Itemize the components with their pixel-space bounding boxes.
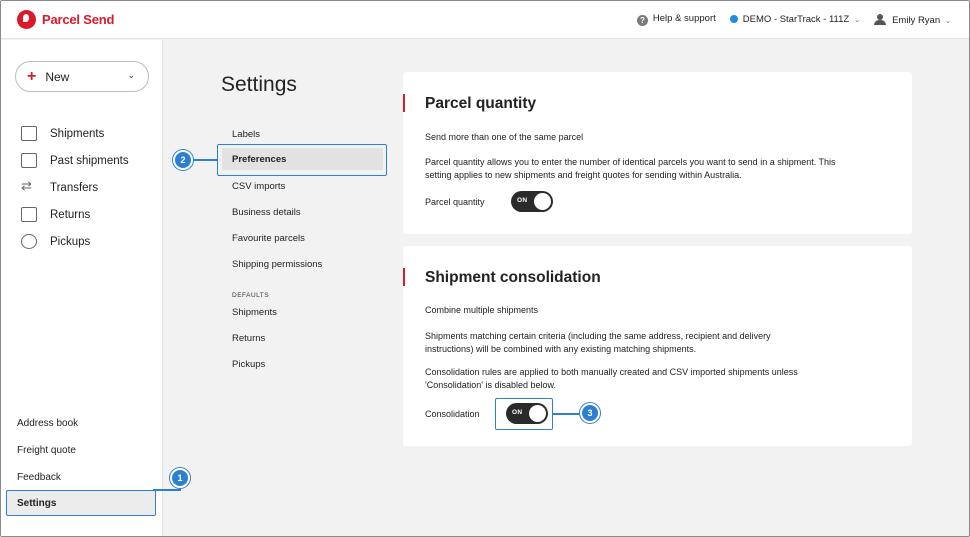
box-clock-icon <box>21 153 37 168</box>
new-button-label: New <box>45 69 70 84</box>
sidebar-item-pickups[interactable]: Pickups <box>21 228 129 255</box>
user-name: Emily Ryan <box>892 14 941 26</box>
callout-badge-3: 3 <box>580 403 600 423</box>
toggle-knob <box>534 193 551 210</box>
callout-connector <box>553 413 581 415</box>
top-bar: Parcel Send ? Help & support DEMO - StarT… <box>1 1 969 39</box>
card-subtitle: Combine multiple shipments <box>425 305 539 315</box>
sidebar-item-returns[interactable]: Returns <box>21 201 129 228</box>
parcel-quantity-toggle[interactable]: ON <box>511 191 553 212</box>
sidebar-item-label: Returns <box>50 208 91 221</box>
parcel-send-logo-icon <box>17 10 36 29</box>
sidebar-item-transfers[interactable]: Transfers <box>21 174 129 201</box>
sidebar-item-past-shipments[interactable]: Past shipments <box>21 147 129 174</box>
return-box-icon <box>21 207 37 222</box>
card-description: Shipments matching certain criteria (inc… <box>425 331 771 354</box>
help-support-link[interactable]: ? Help & support <box>636 13 716 26</box>
card-description: Consolidation rules are applied to both … <box>425 367 798 390</box>
account-status-icon <box>729 15 738 23</box>
brand-name: Parcel Send <box>42 12 115 27</box>
chevron-down-icon: ⌄ <box>945 17 951 25</box>
account-label: DEMO - StarTrack - 111Z <box>742 14 850 25</box>
card-accent-bar <box>403 94 405 112</box>
sidebar-item-freight-quote[interactable]: Freight quote <box>17 437 78 464</box>
chevron-down-icon: ⌄ <box>854 17 861 24</box>
callout-badge-2: 2 <box>173 150 193 170</box>
sidebar-item-label: Shipments <box>50 127 105 140</box>
subnav-item-default-shipments[interactable]: Shipments <box>232 299 322 325</box>
defaults-heading: DEFAULTS <box>232 292 270 299</box>
callout-connector <box>153 489 180 491</box>
sidebar-item-label: Transfers <box>50 181 99 194</box>
card-subtitle: Send more than one of the same parcel <box>425 132 584 142</box>
subnav-item-csv-imports[interactable]: CSV imports <box>232 173 322 199</box>
toggle-label: Consolidation <box>425 408 480 419</box>
subnav-item-default-pickups[interactable]: Pickups <box>232 351 322 377</box>
subnav-item-business-details[interactable]: Business details <box>232 199 322 225</box>
card-title: Parcel quantity <box>425 95 537 112</box>
bottom-nav: Address book Freight quote Feedback <box>17 410 78 491</box>
sidebar-item-settings[interactable]: Settings <box>6 490 156 516</box>
toggle-state: ON <box>517 197 528 204</box>
account-selector[interactable]: DEMO - StarTrack - 111Z ⌄ <box>729 14 861 25</box>
box-icon <box>21 126 37 141</box>
sidebar-item-label: Settings <box>17 497 57 509</box>
toggle-label: Parcel quantity <box>425 196 485 207</box>
chevron-down-icon: ⌄ <box>127 70 135 80</box>
user-icon <box>874 13 887 25</box>
card-title: Shipment consolidation <box>425 269 601 286</box>
sidebar-item-shipments[interactable]: Shipments <box>21 120 129 147</box>
transfer-icon <box>21 178 37 195</box>
user-menu[interactable]: Emily Ryan ⌄ <box>874 13 951 26</box>
sidebar: + New ⌄ Shipments Past shipments Transfe… <box>1 40 163 536</box>
parcel-quantity-card: Parcel quantity Send more than one of th… <box>403 72 912 234</box>
card-accent-bar <box>403 268 405 286</box>
clock-icon <box>21 234 37 249</box>
sidebar-item-address-book[interactable]: Address book <box>17 410 78 437</box>
callout-badge-1: 1 <box>170 468 190 488</box>
subnav-item-favourite-parcels[interactable]: Favourite parcels <box>232 225 322 251</box>
parcel-quantity-setting: Parcel quantity ON <box>425 191 553 212</box>
main-nav: Shipments Past shipments Transfers Retur… <box>21 120 129 255</box>
new-button[interactable]: + New ⌄ <box>15 61 149 92</box>
shipment-consolidation-card: Shipment consolidation Combine multiple … <box>403 246 912 446</box>
consolidation-highlight-box <box>495 398 553 430</box>
subnav-item-default-returns[interactable]: Returns <box>232 325 322 351</box>
help-icon: ? <box>636 15 648 26</box>
subnav-item-shipping-permissions[interactable]: Shipping permissions <box>232 251 322 277</box>
plus-icon: + <box>27 67 37 85</box>
app-window: Parcel Send ? Help & support DEMO - StarT… <box>0 0 970 537</box>
brand[interactable]: Parcel Send <box>17 10 114 29</box>
sidebar-item-label: Past shipments <box>50 154 129 167</box>
sidebar-item-feedback[interactable]: Feedback <box>17 464 78 491</box>
help-label: Help & support <box>652 13 716 24</box>
card-description: Parcel quantity allows you to enter the … <box>425 157 836 180</box>
preferences-highlight-box <box>217 144 387 176</box>
sidebar-item-label: Pickups <box>50 235 91 248</box>
callout-connector <box>192 159 217 161</box>
page-title: Settings <box>221 73 297 96</box>
top-right-menu: ? Help & support DEMO - StarTrack - 111Z ⌄… <box>636 13 951 26</box>
